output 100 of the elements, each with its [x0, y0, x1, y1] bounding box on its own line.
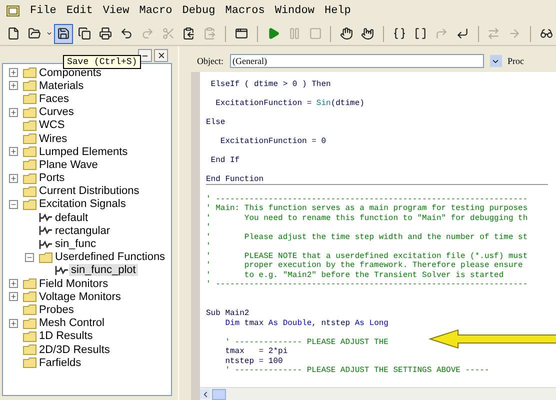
tree-item[interactable]: Userdefined Functions	[53, 251, 168, 264]
tree-item[interactable]: Curves	[37, 106, 76, 118]
code-line: ' -------------- PLEASE ADJUST THE SETTINGS ABOVE -----	[224, 366, 490, 376]
tree-item[interactable]: Probes	[37, 304, 76, 316]
tree-item[interactable]: default	[53, 212, 90, 224]
plus-icon	[10, 108, 17, 116]
folder-icon	[28, 27, 41, 40]
dropdown-button[interactable]	[490, 55, 502, 67]
tree-item[interactable]: Ports	[37, 172, 67, 184]
code-line: End Function	[206, 175, 264, 184]
app-icon	[6, 5, 20, 17]
expand-toggle[interactable]	[9, 174, 18, 183]
tree-item[interactable]: Wires	[37, 132, 70, 145]
folder-icon	[39, 252, 53, 263]
expand-toggle[interactable]	[9, 68, 18, 78]
hand-icon	[340, 27, 354, 40]
save-button[interactable]	[54, 24, 74, 44]
folder-icon	[23, 278, 37, 290]
folder-icon	[23, 291, 37, 302]
folder-icon	[23, 133, 37, 144]
folder-icon	[23, 186, 37, 197]
folder-icon	[23, 67, 37, 78]
tree-item[interactable]: Excitation Signals	[37, 198, 128, 210]
undo-icon	[120, 27, 133, 40]
menu-item[interactable]: Help	[324, 4, 351, 18]
tree-item[interactable]: sin_func	[53, 238, 98, 250]
scroll-left-button[interactable]	[200, 389, 210, 399]
code-line: tmax = 2*pi	[224, 347, 288, 356]
stop-icon	[308, 27, 322, 40]
menu-item[interactable]: File	[30, 4, 56, 18]
code-line: ExcitationFunction = 0	[219, 137, 326, 146]
tree-item[interactable]: Materials	[37, 80, 86, 92]
code-line: ' -----------------------------------------------------------------	[206, 280, 528, 290]
close-icon	[156, 51, 166, 60]
tree-item[interactable]: Current Distributions	[37, 185, 142, 198]
pause-icon	[288, 27, 301, 40]
code-line: Else	[206, 118, 226, 128]
code-line: ' Please adjust the time step width and the number of time st	[206, 232, 528, 242]
object-dropdown[interactable]: (General)	[230, 54, 484, 68]
tree-item[interactable]: Field Monitors	[37, 278, 110, 290]
plus-icon	[10, 293, 17, 300]
tree-item[interactable]: 1D Results	[37, 330, 95, 342]
tree-item[interactable]: Farfields	[37, 356, 84, 369]
tooltip: Save (Ctrl+S)	[63, 55, 142, 69]
tree-item[interactable]: Lumped Elements	[37, 146, 130, 158]
tree-item[interactable]: WCS	[37, 119, 67, 132]
collapse-toggle[interactable]	[25, 252, 34, 262]
folder-icon	[23, 344, 37, 356]
glasses-icon	[540, 27, 554, 40]
folder-icon	[23, 318, 37, 329]
swap-icon	[487, 27, 500, 40]
copy-icon	[182, 27, 196, 40]
close-button[interactable]	[154, 49, 168, 62]
arrow-icon	[508, 27, 522, 40]
code-line: ' -----------------------------------------------------------------	[206, 194, 528, 204]
play-icon	[266, 27, 280, 40]
folder-icon	[23, 80, 37, 92]
menu-item[interactable]: Debug	[182, 4, 216, 18]
hand-icon	[361, 27, 374, 40]
folder-icon	[23, 120, 37, 131]
menu-item[interactable]: Window	[274, 4, 314, 18]
folder-icon	[23, 106, 37, 118]
plus-icon	[10, 280, 17, 288]
menu-item[interactable]: Macro	[139, 4, 172, 18]
code-line: '	[206, 223, 211, 232]
code-line: ' PLEASE NOTE that a userdefined excitation file (*.usf) must	[206, 252, 528, 261]
code-line: ExcitationFunction = Sin(dtime)	[214, 99, 364, 108]
tree-item[interactable]: Mesh Control	[37, 317, 106, 330]
caret-icon[interactable]	[46, 30, 52, 37]
folder-icon	[23, 198, 37, 210]
brackets-icon	[414, 27, 427, 40]
menu-item[interactable]: Edit	[66, 4, 93, 18]
folder-icon	[23, 146, 37, 158]
code-line: ntstep = 100	[224, 356, 283, 366]
expand-toggle[interactable]	[9, 147, 18, 156]
plus-icon	[10, 148, 17, 156]
cut-icon	[162, 27, 174, 40]
menu-item[interactable]: View	[102, 4, 130, 18]
copy-icon	[78, 27, 92, 40]
tree-item[interactable]: Faces	[37, 92, 71, 105]
plus-icon	[10, 69, 17, 76]
expand-toggle[interactable]	[9, 81, 18, 90]
tree-item[interactable]: Plane Wave	[37, 158, 100, 171]
expand-toggle[interactable]	[9, 279, 18, 288]
tree-item[interactable]: sin_func_plot	[69, 264, 138, 276]
code-editor[interactable]	[191, 72, 556, 400]
scroll-thumb[interactable]	[212, 388, 226, 400]
tree-item[interactable]: rectangular	[53, 224, 112, 237]
menu-item[interactable]: Macros	[225, 4, 265, 18]
tree-item[interactable]: Components	[37, 66, 104, 79]
plus-icon	[10, 82, 17, 90]
expand-toggle[interactable]	[9, 108, 18, 117]
code-line: Dim tmax As Double, ntstep As Long	[224, 318, 388, 328]
collapse-toggle[interactable]	[9, 200, 18, 209]
document-icon	[6, 27, 20, 40]
code-line: '	[206, 242, 211, 252]
tree-item[interactable]: 2D/3D Results	[37, 344, 112, 356]
expand-toggle[interactable]	[9, 292, 18, 302]
expand-toggle[interactable]	[9, 318, 18, 328]
tree-item[interactable]: Voltage Monitors	[37, 290, 123, 303]
